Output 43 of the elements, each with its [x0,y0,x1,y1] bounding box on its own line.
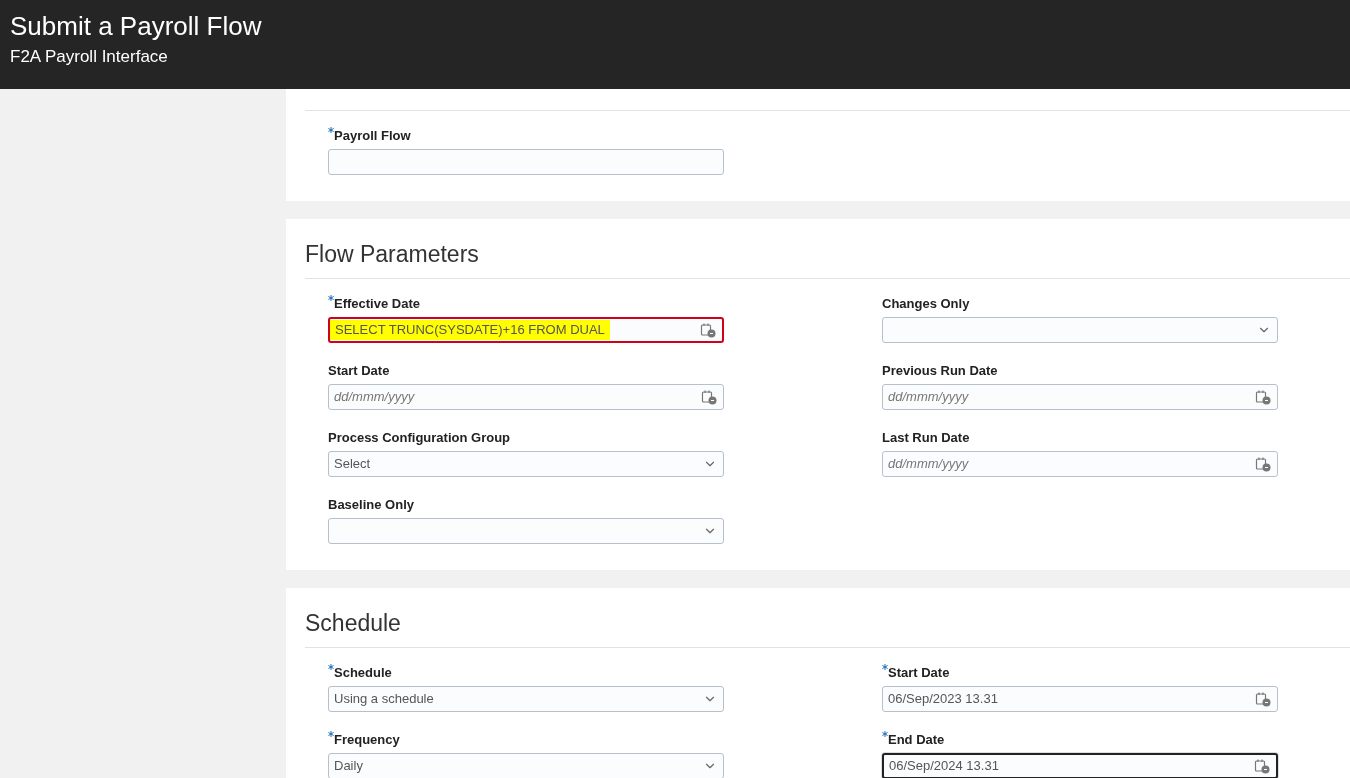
dropdown-field[interactable]: Using a schedule [328,686,724,712]
date-field[interactable]: dd/mmm/yyyy [328,384,724,410]
input-field[interactable] [328,149,724,175]
field-label: Changes Only [882,295,970,313]
section-title: Flow Parameters [305,240,480,269]
field-label: Last Run Date [882,429,970,447]
dropdown-field[interactable]: Select [328,451,724,477]
calendar-clock-icon[interactable] [1255,389,1271,405]
field-label: Start Date [888,664,950,682]
calendar-clock-icon[interactable] [700,322,716,338]
page-subtitle: F2A Payroll Interface [10,46,168,68]
field-label: Process Configuration Group [328,429,510,447]
calendar-clock-icon[interactable] [1254,758,1270,774]
date-field[interactable]: 06/Sep/2023 13.31 [882,686,1278,712]
field-label: End Date [888,731,945,749]
field-value: Using a schedule [333,690,435,709]
field-label: Frequency [334,731,400,749]
field-value: 06/Sep/2024 13.31 [888,757,1000,776]
field-value: Select [333,455,372,474]
dropdown-field[interactable]: Daily [328,753,724,778]
field-label: Start Date [328,362,390,380]
field-label: Previous Run Date [882,362,998,380]
calendar-clock-icon[interactable] [1255,456,1271,472]
dropdown-field[interactable] [882,317,1278,343]
date-field[interactable]: SELECT TRUNC(SYSDATE)+16 FROM DUAL [328,317,724,343]
field-label: Baseline Only [328,496,414,514]
placeholder: dd/mmm/yyyy [888,388,969,407]
calendar-clock-icon[interactable] [701,389,717,405]
date-field[interactable]: dd/mmm/yyyy [882,384,1278,410]
field-value: SELECT TRUNC(SYSDATE)+16 FROM DUAL [330,320,610,340]
placeholder: dd/mmm/yyyy [334,388,415,407]
field-label: Schedule [334,664,392,682]
field-value: Daily [333,757,364,776]
page-title: Submit a Payroll Flow [10,10,262,42]
field-label: Payroll Flow [334,127,411,145]
section-title: Schedule [305,609,402,638]
field-value: 06/Sep/2023 13.31 [887,690,999,709]
field-label: Effective Date [334,295,420,313]
date-field[interactable]: dd/mmm/yyyy [882,451,1278,477]
dropdown-field[interactable] [328,518,724,544]
calendar-clock-icon[interactable] [1255,691,1271,707]
date-field[interactable]: 06/Sep/2024 13.31 [882,753,1278,778]
placeholder: dd/mmm/yyyy [888,455,969,474]
